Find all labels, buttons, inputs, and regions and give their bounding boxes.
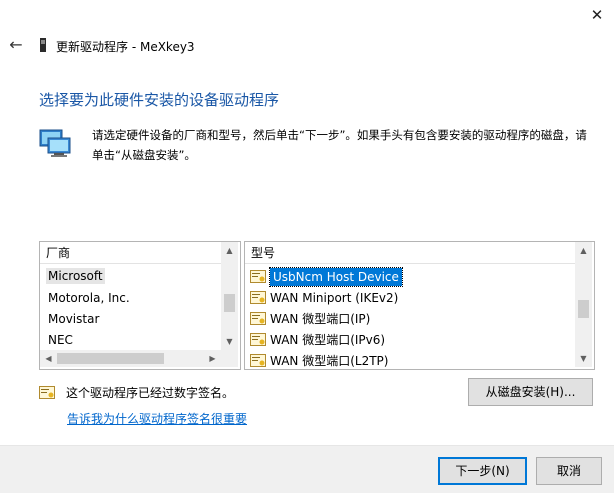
page-heading: 选择要为此硬件安装的设备驱动程序 [39,91,280,109]
instruction-text: 请选定硬件设备的厂商和型号，然后单击“下一步”。如果手头有包含要安装的驱动程序的… [92,128,587,162]
scroll-right-arrow-icon[interactable]: ▶ [204,350,221,367]
network-adapter-icon [39,129,71,157]
manufacturer-item[interactable]: Microsoft [40,266,105,287]
scroll-down-arrow-icon[interactable]: ▼ [575,350,592,367]
manufacturer-item-label: Movistar [48,312,100,326]
manufacturer-item-label: NEC [48,333,73,347]
scroll-up-arrow-icon[interactable]: ▲ [221,242,238,259]
cancel-button[interactable]: 取消 [536,457,602,485]
model-vertical-scrollbar[interactable]: ▲ ▼ [575,242,592,367]
driver-certificate-icon [250,311,266,325]
scroll-up-arrow-icon[interactable]: ▲ [575,242,592,259]
driver-certificate-icon [250,353,266,367]
model-item[interactable]: WAN 微型端口(IP) [250,309,370,330]
model-item-label: WAN 微型端口(IPv6) [270,333,386,347]
driver-certificate-icon [250,332,266,346]
signature-info-link[interactable]: 告诉我为什么驱动程序签名很重要 [67,410,247,427]
model-item-label: UsbNcm Host Device [269,267,403,287]
driver-certificate-icon [250,290,266,304]
manufacturer-item[interactable]: Movistar [40,309,99,330]
model-item[interactable]: UsbNcm Host Device [250,267,403,288]
model-item-label: WAN 微型端口(IP) [270,312,371,326]
model-item-label: WAN 微型端口(L2TP) [270,354,389,368]
window-title: 更新驱动程序 - MeXkey3 [56,40,195,54]
have-disk-button[interactable]: 从磁盘安装(H)... [468,378,593,406]
signature-status-text: 这个驱动程序已经过数字签名。 [66,386,235,400]
scrollbar-thumb[interactable] [57,353,164,364]
close-button[interactable]: ✕ [586,4,608,26]
manufacturer-item-label: Motorola, Inc. [48,291,130,305]
scrollbar-thumb[interactable] [224,294,235,312]
manufacturer-vertical-scrollbar[interactable]: ▲ ▼ [221,242,238,350]
model-item-label: WAN Miniport (IKEv2) [270,291,399,305]
manufacturer-horizontal-scrollbar[interactable]: ◀ ▶ [40,350,221,367]
model-item[interactable]: WAN Miniport (IKEv2) [250,288,398,309]
manufacturer-item[interactable]: Motorola, Inc. [40,288,130,309]
manufacturer-item[interactable]: NEC [40,330,73,351]
model-column-header: 型号 [245,242,575,264]
driver-certificate-icon [250,269,266,283]
scrollbar-corner [221,350,238,367]
next-button[interactable]: 下一步(N) [438,457,527,485]
back-arrow-icon[interactable]: ← [7,36,25,54]
model-listbox[interactable]: 型号 UsbNcm Host Device WAN Miniport (IKEv… [244,241,595,370]
signed-driver-icon [39,386,55,399]
scroll-left-arrow-icon[interactable]: ◀ [40,350,57,367]
manufacturer-column-header: 厂商 [40,242,221,264]
model-item[interactable]: WAN 微型端口(IPv6) [250,330,385,351]
manufacturer-item-label: Microsoft [46,268,105,284]
usb-device-icon [40,38,46,52]
manufacturer-listbox[interactable]: 厂商 Microsoft Motorola, Inc. Movistar NEC… [39,241,241,370]
scroll-down-arrow-icon[interactable]: ▼ [221,333,238,350]
model-item[interactable]: WAN 微型端口(L2TP) [250,351,389,369]
scrollbar-thumb[interactable] [578,300,589,318]
